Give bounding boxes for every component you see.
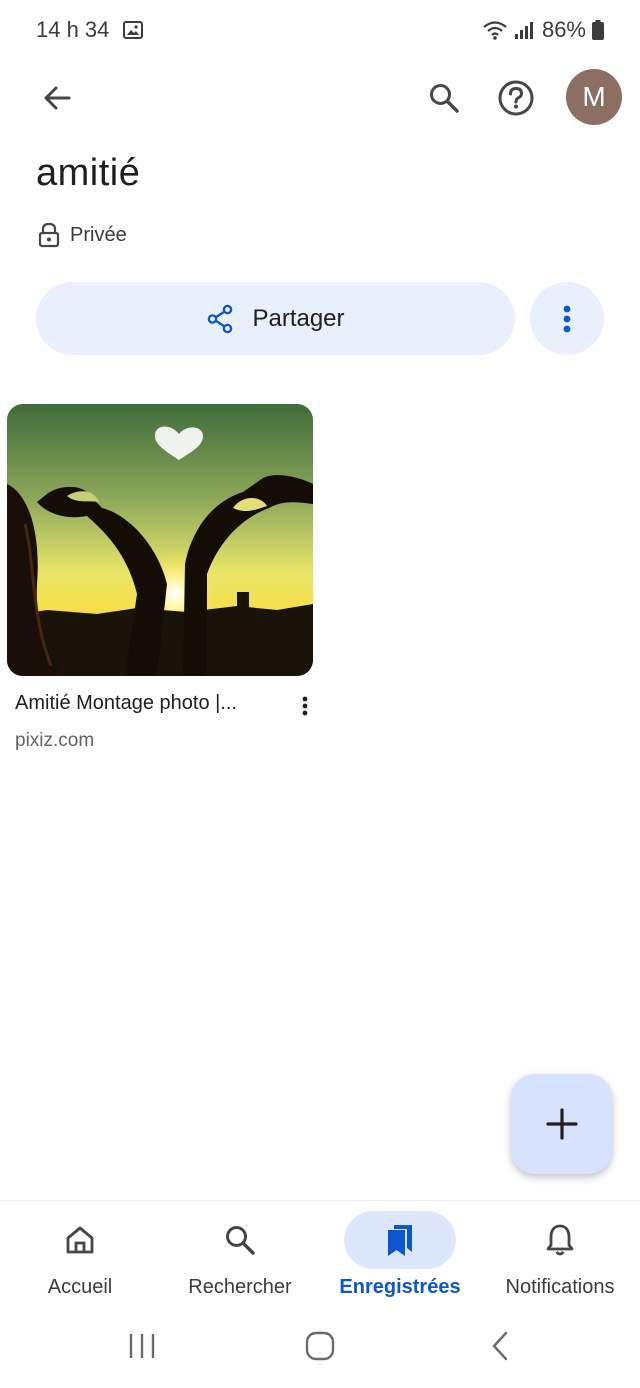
add-fab[interactable] bbox=[511, 1074, 612, 1174]
nav-label-search: Rechercher bbox=[188, 1276, 292, 1298]
recent-apps-icon bbox=[129, 1334, 155, 1358]
more-options-button[interactable] bbox=[530, 282, 604, 355]
saved-item-card[interactable]: Amitié Montage photo |... pixiz.com bbox=[7, 404, 313, 751]
nav-item-search[interactable]: Rechercher bbox=[160, 1201, 320, 1311]
nav-label-notifications: Notifications bbox=[505, 1276, 615, 1298]
avatar-letter: M bbox=[582, 81, 606, 112]
privacy-status: Privée bbox=[38, 222, 127, 248]
share-icon bbox=[208, 304, 233, 333]
home-icon bbox=[66, 1226, 94, 1254]
battery-percentage: 86% bbox=[541, 17, 586, 42]
nav-item-notifications[interactable]: Notifications bbox=[480, 1201, 640, 1311]
help-button[interactable] bbox=[490, 74, 542, 122]
account-avatar[interactable]: M bbox=[566, 69, 622, 125]
item-thumbnail[interactable] bbox=[7, 404, 313, 676]
bookmarks-icon bbox=[388, 1225, 412, 1256]
plus-icon bbox=[545, 1108, 578, 1140]
back-button[interactable] bbox=[30, 74, 84, 122]
search-icon bbox=[430, 84, 459, 113]
item-source: pixiz.com bbox=[15, 730, 95, 751]
more-vert-icon bbox=[563, 305, 571, 332]
wifi-icon bbox=[483, 21, 507, 40]
search-icon bbox=[226, 1226, 255, 1255]
share-button[interactable]: Partager bbox=[36, 282, 515, 355]
more-vert-icon bbox=[302, 696, 308, 716]
back-system-button[interactable] bbox=[470, 1326, 530, 1366]
back-chevron-icon bbox=[492, 1331, 508, 1361]
bell-icon bbox=[546, 1224, 574, 1256]
nav-label-home: Accueil bbox=[47, 1276, 113, 1298]
home-system-button[interactable] bbox=[290, 1326, 350, 1366]
nav-label-saved: Enregistrées bbox=[339, 1276, 461, 1298]
signal-icon bbox=[514, 22, 533, 39]
item-title[interactable]: Amitié Montage photo |... bbox=[15, 692, 237, 715]
nav-item-home[interactable]: Accueil bbox=[0, 1201, 160, 1311]
lock-icon bbox=[38, 222, 60, 248]
search-button[interactable] bbox=[418, 74, 470, 122]
share-label: Partager bbox=[252, 304, 345, 332]
collection-title: amitié bbox=[36, 152, 141, 194]
help-icon bbox=[498, 80, 534, 116]
image-notification-icon bbox=[123, 21, 143, 39]
item-title-row: Amitié Montage photo |... bbox=[15, 692, 313, 720]
status-time: 14 h 34 bbox=[36, 17, 110, 42]
status-indicators: 86% bbox=[482, 17, 604, 43]
privacy-label: Privée bbox=[70, 223, 127, 246]
battery-icon bbox=[592, 20, 604, 40]
bottom-navigation: Accueil Rechercher Enregistrées Notifica… bbox=[0, 1200, 640, 1310]
recent-apps-button[interactable] bbox=[112, 1326, 172, 1366]
top-app-bar: M bbox=[0, 62, 640, 134]
nav-item-saved[interactable]: Enregistrées bbox=[320, 1201, 480, 1311]
system-navigation-bar bbox=[0, 1310, 640, 1388]
status-bar: 14 h 34 86% bbox=[0, 0, 640, 62]
item-more-button[interactable] bbox=[293, 692, 317, 720]
back-arrow-icon bbox=[44, 86, 71, 110]
home-circle-icon bbox=[305, 1331, 335, 1361]
